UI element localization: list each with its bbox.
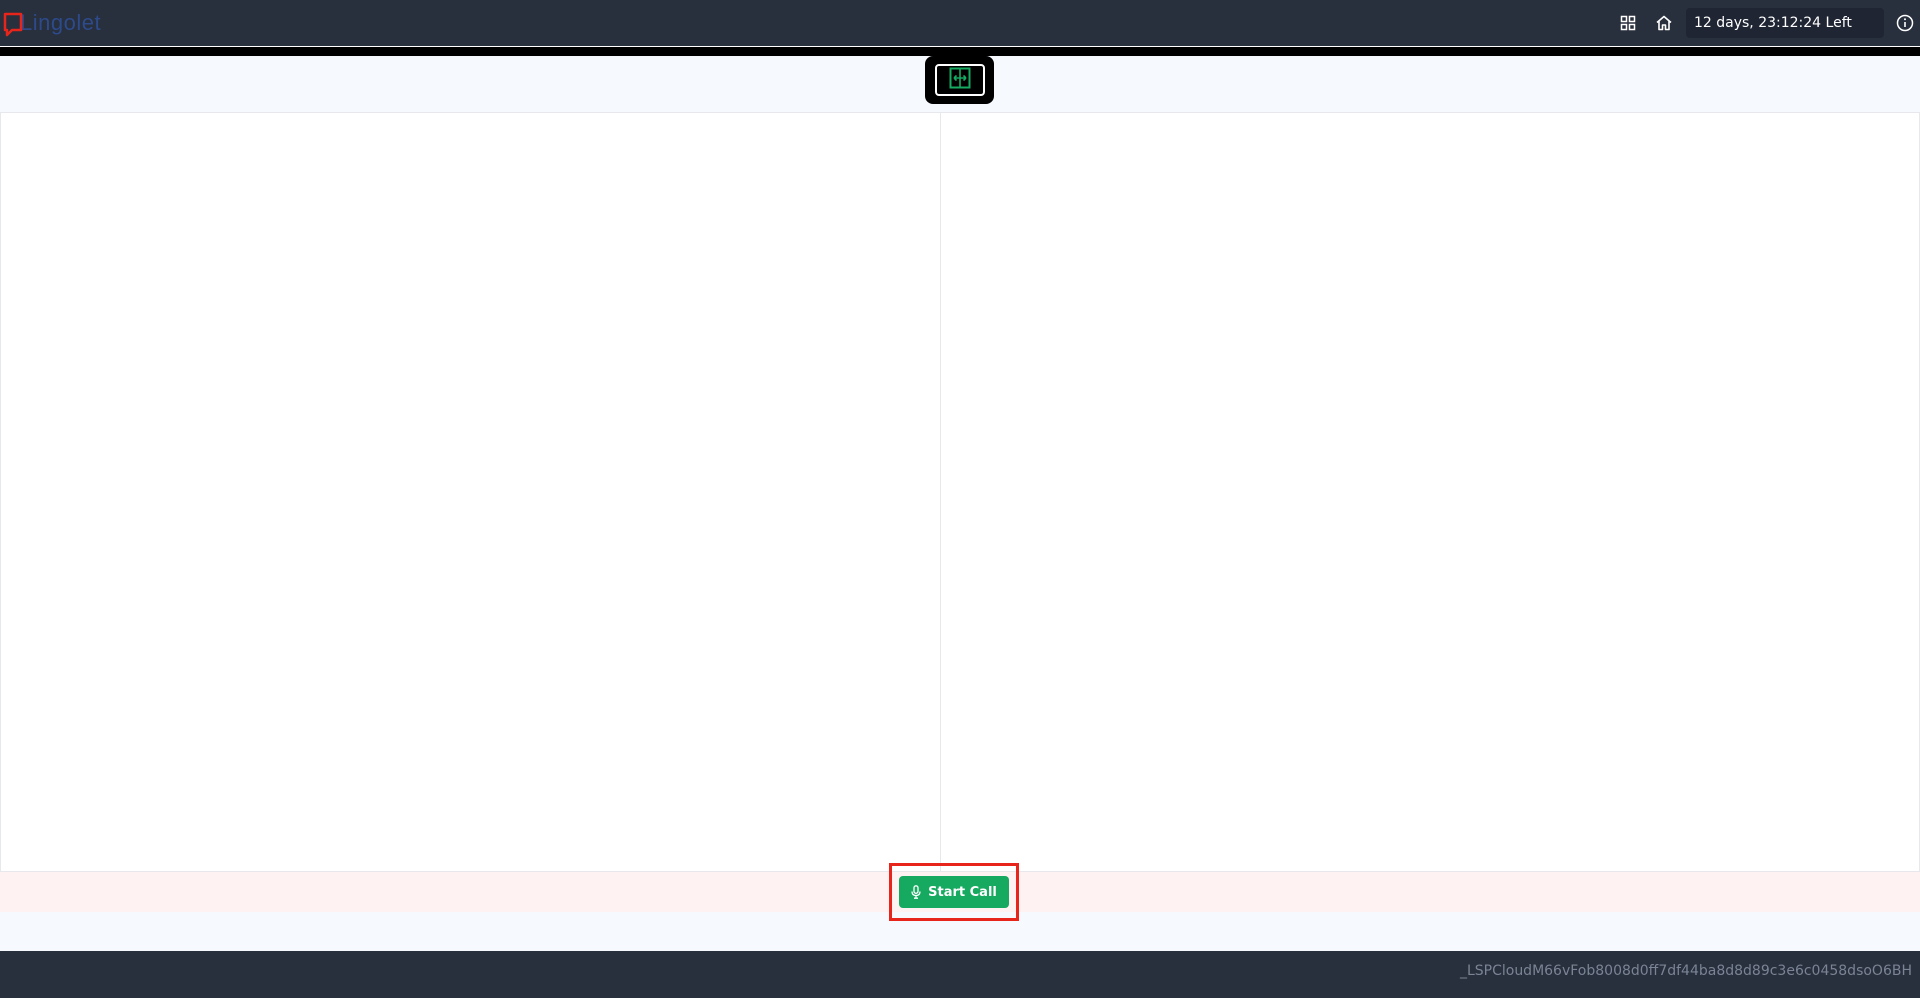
swap-panels-icon <box>949 67 971 94</box>
grid-icon[interactable] <box>1610 8 1646 38</box>
start-call-button[interactable]: Start Call <box>899 876 1009 908</box>
right-transcript-panel <box>941 113 1920 871</box>
start-call-label: Start Call <box>928 884 997 900</box>
microphone-icon <box>911 885 921 899</box>
logo-text: Lingolet <box>20 10 102 35</box>
app-logo[interactable]: Lingolet <box>2 9 101 37</box>
trial-timer: 12 days, 23:12:24 Left <box>1686 8 1884 38</box>
footer-bar: _LSPCloudM66vFob8008d0ff7df44ba8d8d89c3e… <box>0 951 1920 998</box>
session-id: _LSPCloudM66vFob8008d0ff7df44ba8d8d89c3e… <box>1459 963 1912 979</box>
left-transcript-panel <box>0 113 941 871</box>
top-bar: Lingolet 12 days, 23:12:24 Left <box>0 0 1920 46</box>
logo-bubble-icon <box>2 11 24 37</box>
info-icon[interactable] <box>1890 8 1920 38</box>
header-divider-strip <box>0 46 1920 56</box>
home-icon[interactable] <box>1646 8 1682 38</box>
swap-panels-button[interactable] <box>925 56 994 104</box>
translation-panels <box>0 112 1920 872</box>
top-actions: 12 days, 23:12:24 Left <box>1610 8 1920 38</box>
